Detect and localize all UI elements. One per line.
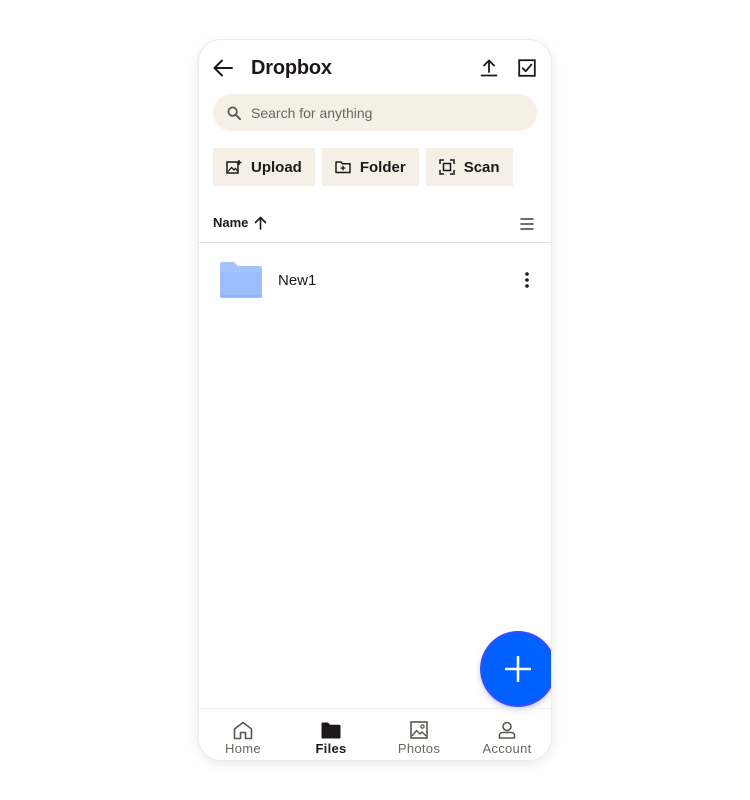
upload-button[interactable] xyxy=(477,56,501,80)
create-fab-button[interactable] xyxy=(482,633,551,705)
bottom-navigation: Home Files Photos Account xyxy=(199,708,551,760)
nav-home[interactable]: Home xyxy=(199,709,287,760)
folder-chip-button[interactable]: Folder xyxy=(321,148,419,186)
scan-icon xyxy=(438,159,455,175)
nav-photos[interactable]: Photos xyxy=(375,709,463,760)
sort-label: Name xyxy=(213,215,249,230)
search-bar[interactable]: Search for anything xyxy=(213,94,537,131)
list-view-icon xyxy=(520,218,534,230)
more-vertical-icon xyxy=(525,272,529,288)
folder-icon xyxy=(219,261,263,299)
app-window: Dropbox Search for anything Upload Folde… xyxy=(199,40,551,760)
nav-account[interactable]: Account xyxy=(463,709,551,760)
nav-account-label: Account xyxy=(482,741,532,756)
nav-photos-label: Photos xyxy=(397,741,441,756)
page-title: Dropbox xyxy=(251,57,332,79)
sort-bar: Name xyxy=(199,206,551,243)
select-mode-button[interactable] xyxy=(515,56,539,80)
upload-icon xyxy=(480,59,498,77)
more-options-button[interactable] xyxy=(515,268,539,292)
upload-chip-button[interactable]: Upload xyxy=(213,148,315,186)
sort-by-name-button[interactable]: Name xyxy=(213,215,267,230)
scan-chip-label: Scan xyxy=(463,158,500,176)
back-button[interactable] xyxy=(211,56,235,80)
upload-chip-label: Upload xyxy=(251,158,302,176)
quick-actions: Upload Folder Scan xyxy=(213,148,513,186)
folder-chip-label: Folder xyxy=(359,158,406,176)
top-app-bar: Dropbox xyxy=(199,40,551,96)
new-folder-icon xyxy=(335,159,351,175)
nav-files-label: Files xyxy=(315,741,347,756)
scan-chip-button[interactable]: Scan xyxy=(425,148,513,186)
checkbox-icon xyxy=(518,59,536,77)
arrow-left-icon xyxy=(213,59,233,77)
search-placeholder: Search for anything xyxy=(251,104,373,121)
folder-filled-icon xyxy=(320,720,342,740)
home-icon xyxy=(232,720,254,740)
search-icon xyxy=(227,105,243,121)
upload-image-icon xyxy=(226,159,242,175)
view-toggle-button[interactable] xyxy=(517,214,537,234)
nav-home-label: Home xyxy=(225,741,261,756)
nav-files[interactable]: Files xyxy=(287,709,375,760)
photo-icon xyxy=(408,720,430,740)
arrow-up-icon xyxy=(254,216,267,230)
file-name: New1 xyxy=(278,272,317,289)
plus-icon xyxy=(505,656,531,682)
person-icon xyxy=(496,720,518,740)
file-list-item[interactable]: New1 xyxy=(199,250,551,310)
